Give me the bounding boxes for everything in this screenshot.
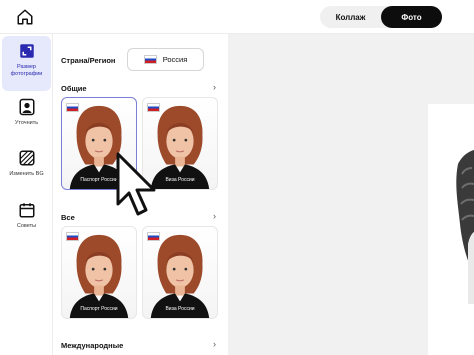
photo-tab[interactable]: Фото bbox=[381, 6, 442, 28]
section-title-international: Международные bbox=[61, 341, 124, 350]
mouse-cursor-icon bbox=[116, 152, 156, 216]
mode-switch: Коллаж Фото bbox=[320, 6, 442, 28]
preview-canvas bbox=[228, 34, 474, 355]
sidebar-item-refine[interactable]: Уточнить bbox=[2, 98, 51, 134]
card-caption: Паспорт России bbox=[80, 306, 118, 312]
chevron-right-icon[interactable]: › bbox=[213, 211, 216, 221]
top-bar: Коллаж Фото bbox=[0, 0, 474, 34]
stripes-icon bbox=[19, 150, 34, 166]
app-window: Коллаж Фото Размер фотографии Уточнить И… bbox=[0, 0, 474, 355]
section-title-all: Все bbox=[61, 213, 75, 222]
sidebar-item-label: Размер фотографии bbox=[10, 64, 43, 78]
region-value: Россия bbox=[162, 55, 188, 64]
portrait-icon bbox=[19, 98, 34, 116]
home-icon bbox=[17, 9, 33, 25]
preview-paper bbox=[428, 104, 474, 355]
crop-icon bbox=[19, 44, 34, 58]
russia-flag-icon bbox=[143, 55, 157, 64]
left-sidebar: Размер фотографии Уточнить Изменить BG С… bbox=[0, 34, 53, 355]
region-label: Страна/Регион bbox=[61, 56, 116, 65]
card-visa-all[interactable]: Виза России bbox=[142, 226, 218, 319]
chevron-right-icon[interactable]: › bbox=[213, 82, 216, 92]
card-caption: Виза России bbox=[165, 306, 195, 312]
sidebar-item-tips[interactable]: Советы bbox=[2, 201, 51, 237]
chevron-right-icon[interactable]: › bbox=[213, 339, 216, 349]
sidebar-item-label: Советы bbox=[16, 223, 37, 229]
card-passport-all[interactable]: Паспорт России bbox=[61, 226, 137, 319]
region-select[interactable]: Россия bbox=[127, 48, 204, 71]
russia-flag-icon bbox=[147, 232, 160, 241]
russia-flag-icon bbox=[147, 103, 160, 112]
home-button[interactable] bbox=[14, 6, 36, 28]
russia-flag-icon bbox=[66, 103, 79, 112]
preview-portrait-image bbox=[456, 150, 474, 304]
calendar-icon bbox=[19, 203, 34, 218]
russia-flag-icon bbox=[66, 232, 79, 241]
section-title-general: Общие bbox=[61, 84, 87, 93]
sidebar-item-label: Изменить BG bbox=[9, 171, 44, 177]
collage-tab[interactable]: Коллаж bbox=[320, 6, 381, 28]
sidebar-item-change-bg[interactable]: Изменить BG bbox=[2, 149, 51, 185]
sidebar-item-photo-size[interactable]: Размер фотографии bbox=[2, 36, 51, 91]
sidebar-item-label: Уточнить bbox=[14, 120, 39, 126]
